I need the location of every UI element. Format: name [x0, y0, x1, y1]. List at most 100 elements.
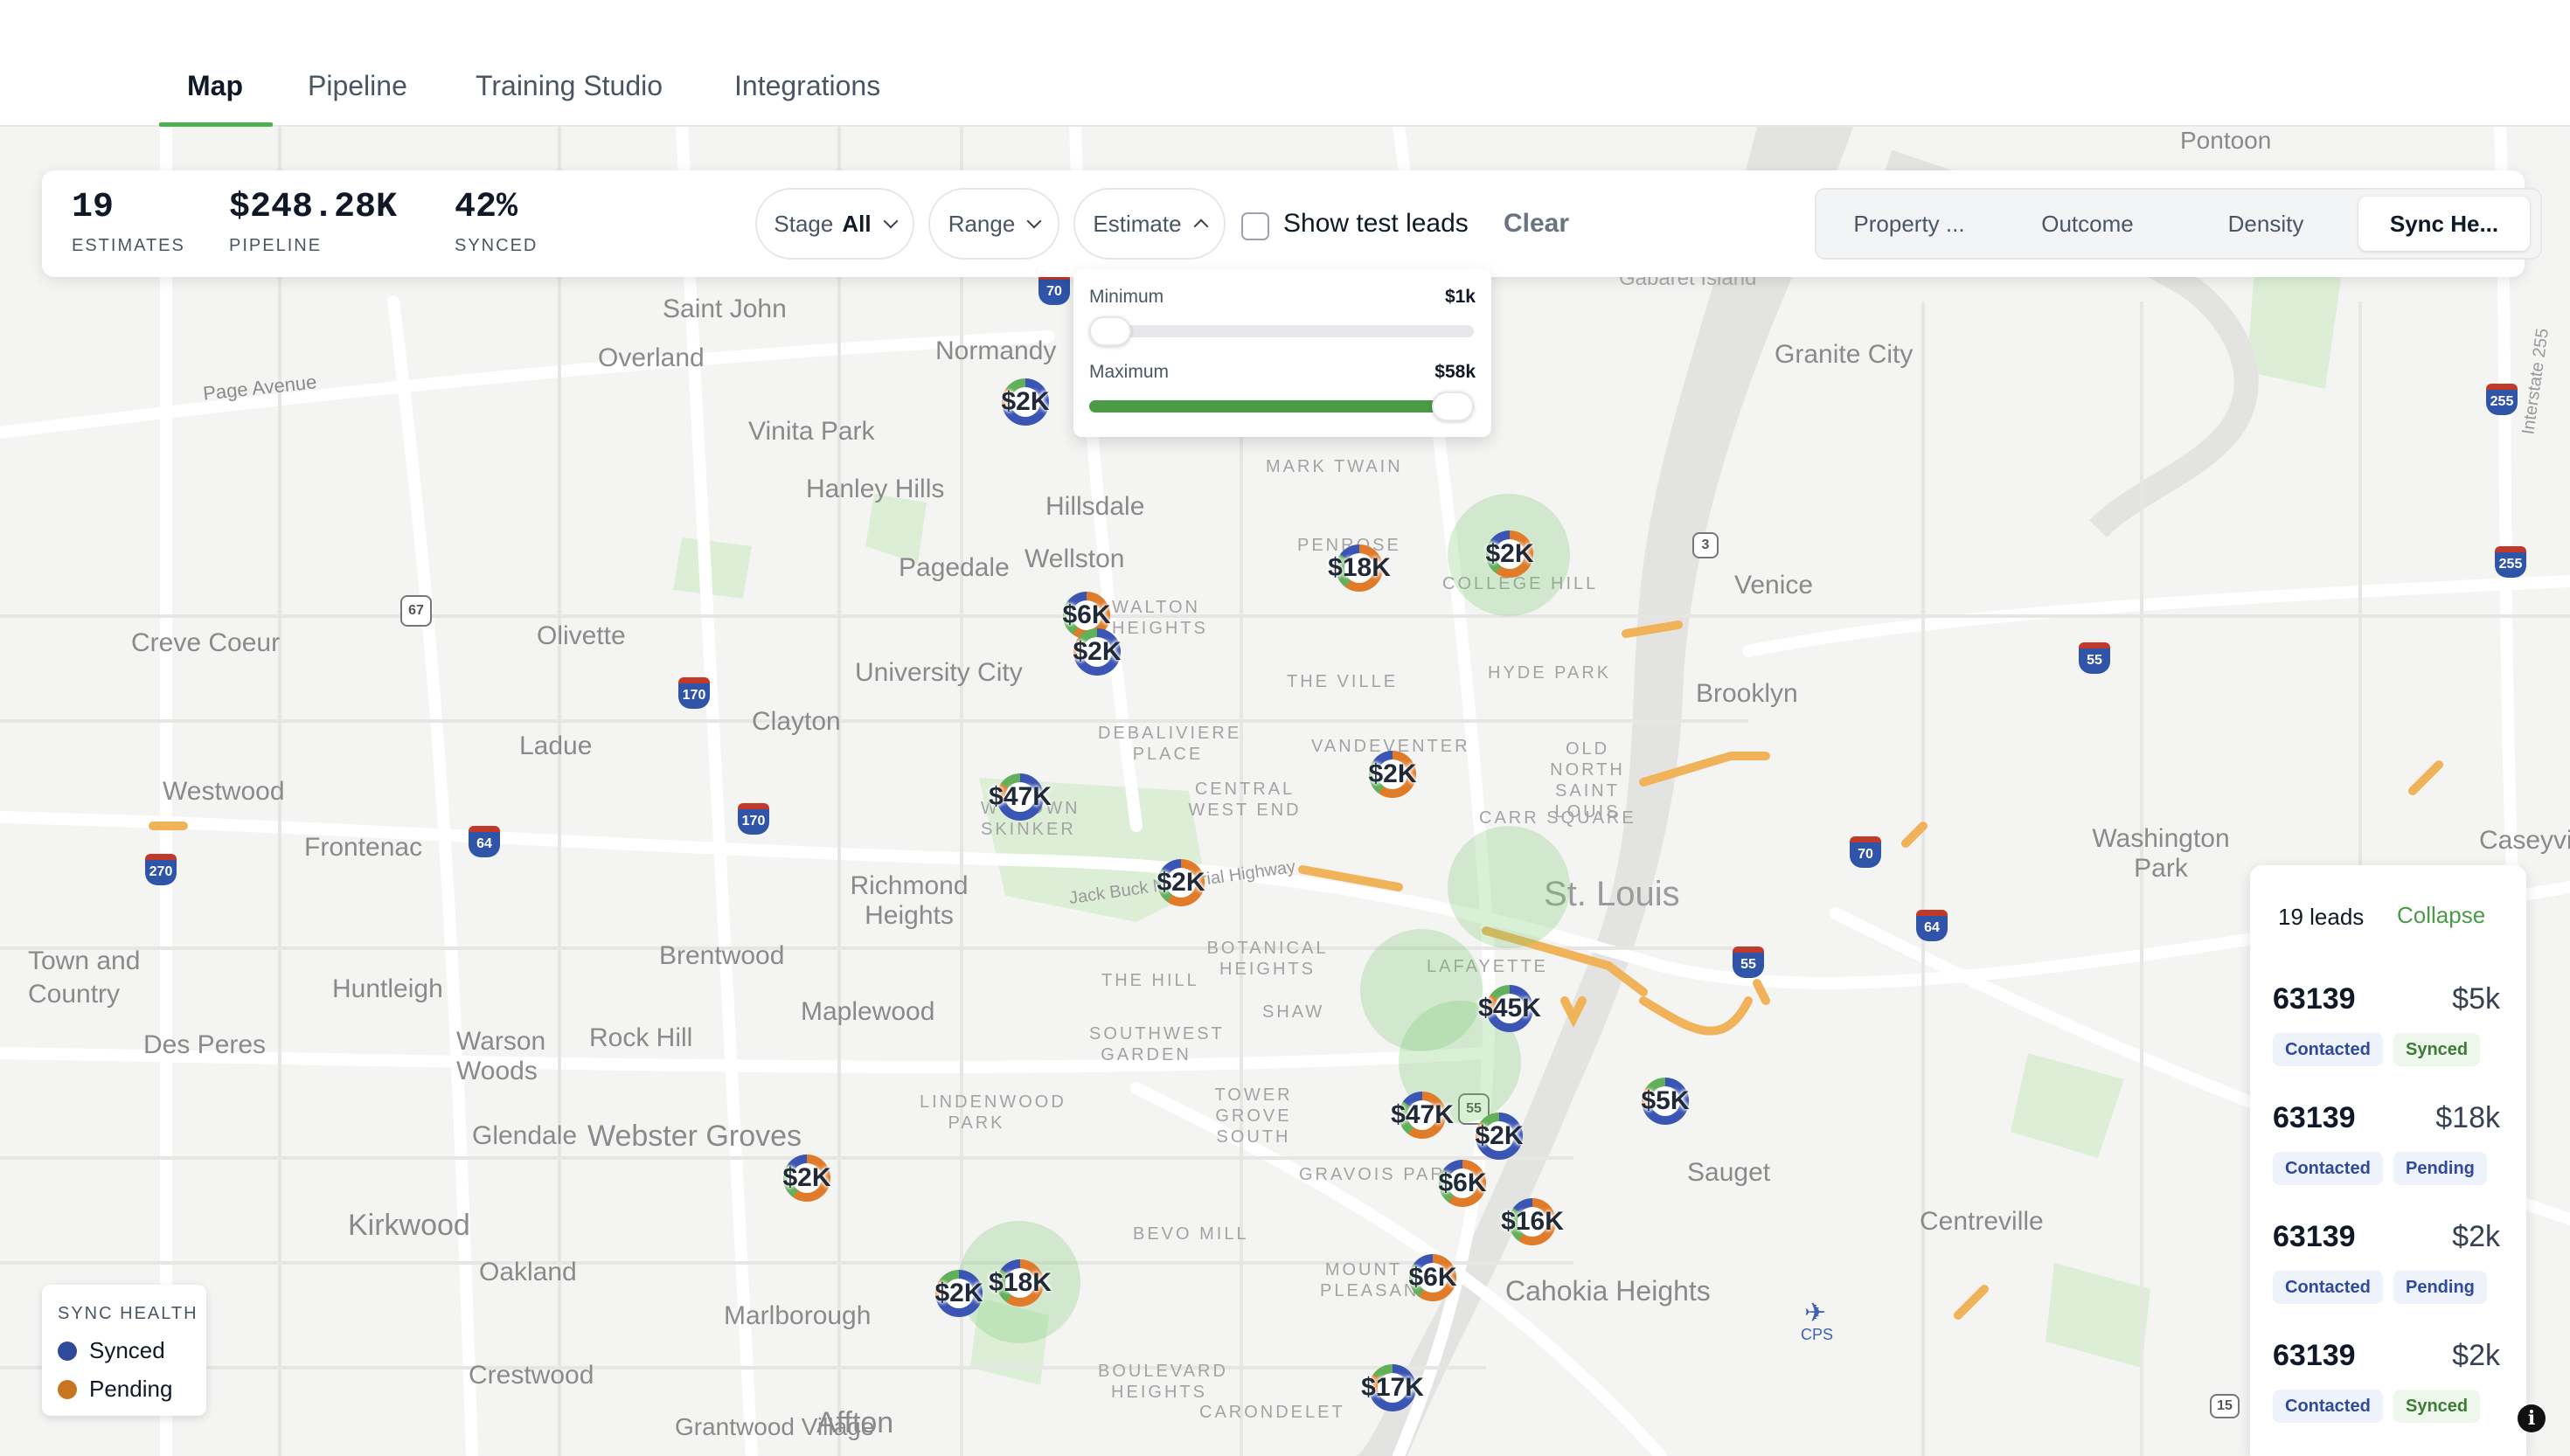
lead-zip: 63139 [2273, 982, 2356, 1016]
maximum-value: $58k [1434, 362, 1476, 382]
lead-amount: $2k [2452, 1339, 2500, 1372]
place-label: Brentwood [659, 941, 785, 970]
district-label: LINDENWOOD PARK [920, 1092, 1066, 1133]
maximum-label: Maximum [1089, 362, 1170, 382]
layer-option-sync-health[interactable]: Sync He... [2358, 197, 2530, 251]
legend-label: Pending [89, 1376, 173, 1402]
lead-marker-amount: $18K [989, 1268, 1052, 1297]
lead-marker-amount: $17K [1361, 1373, 1424, 1402]
minimum-label: Minimum [1089, 287, 1164, 307]
layer-option-density[interactable]: Density [2180, 197, 2351, 251]
minimum-value: $1k [1444, 287, 1476, 307]
place-label: Olivette [537, 621, 626, 650]
stage-filter-dropdown[interactable]: Stage All [755, 188, 914, 260]
district-label: CARONDELET [1199, 1403, 1345, 1422]
lead-marker-amount: $2K [1156, 868, 1205, 897]
maximum-slider-thumb[interactable] [1432, 392, 1474, 421]
place-label: Webster Groves [587, 1120, 802, 1153]
place-label: Marlborough [724, 1301, 872, 1330]
sync-badge: Synced [2393, 1390, 2481, 1423]
lead-marker-amount: $6K [1062, 600, 1111, 629]
legend-swatch [58, 1341, 77, 1361]
estimate-range-popover: Minimum $1k Maximum $58k [1073, 269, 1491, 437]
highway-shield: 255 [2495, 546, 2526, 578]
info-icon[interactable]: i [2518, 1404, 2546, 1432]
layer-option-property[interactable]: Property ... [1823, 197, 1995, 251]
lead-marker-amount: $6K [1438, 1168, 1487, 1197]
stat-pipeline-value: $248.28K [229, 188, 398, 227]
stat-synced-value: 42% [455, 188, 518, 227]
lead-card[interactable]: 63139 $2k Contacted Synced [2262, 1327, 2511, 1435]
stat-estimates-label: ESTIMATES [72, 236, 185, 255]
leads-count: 19 leads [2278, 904, 2365, 930]
maximum-slider-track[interactable] [1089, 400, 1474, 413]
lead-card[interactable]: 63139 $18k Contacted Pending [2262, 1089, 2511, 1197]
place-label: Venice [1734, 571, 1814, 600]
place-label: Hillsdale [1045, 492, 1145, 521]
place-label: Huntleigh [332, 974, 443, 1003]
lead-marker-amount: $16K [1501, 1207, 1564, 1236]
tab-map[interactable]: Map [187, 70, 243, 126]
estimate-filter-dropdown[interactable]: Estimate [1073, 188, 1226, 260]
lead-amount: $5k [2452, 982, 2500, 1016]
stat-pipeline-label: PIPELINE [229, 236, 323, 255]
tab-integrations[interactable]: Integrations [734, 70, 880, 126]
place-label: Centreville [1920, 1207, 2044, 1236]
sync-badge: Synced [2393, 1033, 2481, 1066]
district-label: THE HILL [1101, 971, 1199, 990]
place-label: Frontenac [304, 833, 423, 862]
district-label: TOWER GROVE SOUTH [1214, 1085, 1293, 1147]
stage-filter-value: All [842, 210, 872, 237]
place-label: Wellston [1025, 544, 1125, 573]
stat-estimates-value: 19 [72, 188, 115, 227]
district-label: GRAVOIS PARK [1299, 1165, 1461, 1184]
lead-marker-amount: $2K [1485, 539, 1534, 568]
show-test-leads-checkbox[interactable] [1241, 212, 1269, 240]
district-label: BEVO MILL [1133, 1224, 1249, 1244]
sync-health-legend: SYNC HEALTH Synced Pending [42, 1285, 206, 1416]
highway-shield: 3 [1692, 532, 1719, 558]
highway-shield: 270 [145, 854, 177, 885]
lead-marker-amount: $5K [1641, 1086, 1690, 1115]
lead-amount: $2k [2452, 1220, 2500, 1253]
place-label: Kirkwood [348, 1209, 470, 1242]
clear-filters-button[interactable]: Clear [1504, 209, 1569, 239]
lead-marker-amount: $2K [934, 1279, 983, 1307]
chevron-up-icon [1193, 218, 1209, 234]
collapse-button[interactable]: Collapse [2397, 902, 2485, 929]
district-label: THE VILLE [1287, 672, 1399, 691]
place-label: Sauget [1687, 1158, 1771, 1187]
stage-badge: Contacted [2273, 1152, 2383, 1185]
tab-training-studio[interactable]: Training Studio [476, 70, 663, 126]
district-label: MOUNT PLEASANT [1320, 1260, 1433, 1300]
layer-option-outcome[interactable]: Outcome [2002, 197, 2173, 251]
place-label: Richmond Heights [850, 871, 969, 930]
lead-marker-amount: $2K [1475, 1121, 1524, 1150]
show-test-leads-label[interactable]: Show test leads [1283, 209, 1469, 239]
lead-marker-amount: $2K [782, 1163, 831, 1192]
highway-shield: 64 [1916, 910, 1948, 941]
place-label: Clayton [752, 707, 841, 736]
district-label: HYDE PARK [1488, 663, 1612, 683]
lead-card[interactable]: 63139 $5k Contacted Synced [2262, 970, 2511, 1078]
lead-marker-amount: $18K [1328, 553, 1391, 582]
lead-card[interactable]: 63139 $2k Contacted Pending [2262, 1208, 2511, 1316]
minimum-slider-track[interactable] [1089, 325, 1474, 337]
range-filter-dropdown[interactable]: Range [928, 188, 1059, 260]
place-label: Washington Park [2092, 824, 2230, 883]
stat-synced-label: SYNCED [455, 236, 538, 255]
highway-shield: 55 [1733, 946, 1764, 978]
place-label: Rock Hill [589, 1023, 693, 1052]
place-label: Town and Country [28, 946, 141, 1009]
place-label: Affton [816, 1406, 894, 1439]
place-label: Caseyville [2479, 826, 2570, 855]
minimum-slider-thumb[interactable] [1089, 316, 1131, 346]
district-label: SHAW [1262, 1002, 1325, 1022]
lead-zip: 63139 [2273, 1339, 2356, 1372]
highway-shield: 67 [400, 595, 432, 627]
legend-title: SYNC HEALTH [58, 1304, 198, 1323]
tab-pipeline[interactable]: Pipeline [308, 70, 407, 126]
place-label: Vinita Park [748, 417, 875, 446]
highway-shield: 70 [1038, 274, 1070, 305]
legend-swatch [58, 1379, 77, 1399]
